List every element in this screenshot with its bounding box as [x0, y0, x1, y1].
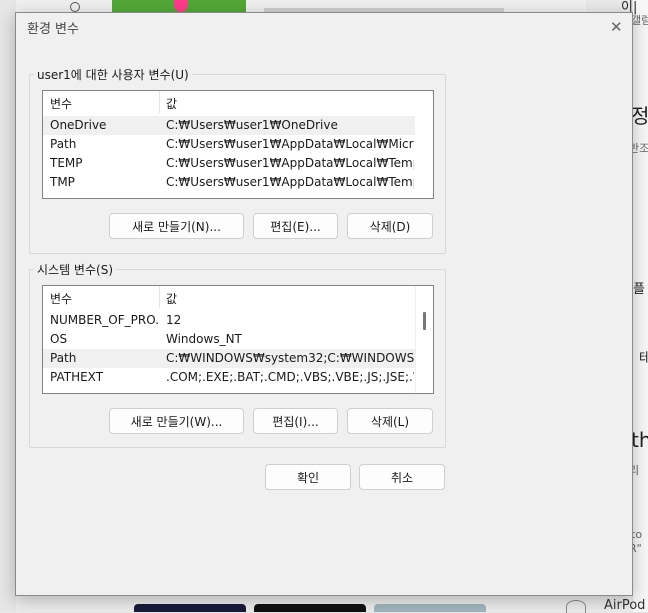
background-right-panel: 이| 갤럼 정 반조 플 테 th 리 to R"	[621, 0, 648, 612]
variable-value: C:₩Users₩user1₩OneDrive	[166, 118, 338, 132]
table-row[interactable]: OS Windows_NT	[43, 330, 415, 349]
variable-value: .COM;.EXE;.BAT;.CMD;.VBS;.VBE;.JS;.JSE;.…	[166, 370, 414, 384]
variable-name: TMP	[50, 175, 75, 189]
scrollbar-thumb[interactable]	[423, 312, 426, 330]
user-variables-list[interactable]: 변수 값 OneDrive C:₩Users₩user1₩OneDrive Pa…	[42, 90, 434, 199]
table-row[interactable]: NUMBER_OF_PRO... 12	[43, 311, 415, 330]
table-row[interactable]: PATHEXT .COM;.EXE;.BAT;.CMD;.VBS;.VBE;.J…	[43, 368, 415, 387]
cancel-button[interactable]: 취소	[359, 464, 445, 490]
user-variables-label: user1에 대한 사용자 변수(U)	[34, 66, 192, 83]
variable-value: C:₩Users₩user1₩AppData₩Local₩Microso...	[166, 137, 414, 151]
dialog-title: 환경 변수	[27, 22, 79, 37]
table-row[interactable]: TMP C:₩Users₩user1₩AppData₩Local₩Temp	[43, 173, 415, 192]
background-left-strip	[0, 0, 16, 612]
column-header-value[interactable]: 값	[166, 290, 177, 307]
column-header-value[interactable]: 값	[166, 95, 177, 112]
variable-value: C:₩WINDOWS₩system32;C:₩WINDOWS;C...	[166, 351, 414, 365]
system-variables-list[interactable]: 변수 값 NUMBER_OF_PRO... 12 OS Windows_NT P…	[42, 285, 434, 394]
variable-name: OneDrive	[50, 118, 107, 132]
background-tile	[254, 604, 366, 612]
user-delete-button[interactable]: 삭제(D)	[347, 213, 433, 239]
list-header: 변수 값	[43, 91, 433, 113]
background-tile	[374, 604, 486, 612]
system-edit-button[interactable]: 편집(I)...	[253, 408, 338, 434]
system-delete-button[interactable]: 삭제(L)	[347, 408, 433, 434]
variable-value: C:₩Users₩user1₩AppData₩Local₩Temp	[166, 156, 414, 170]
background-fragment: 정	[631, 104, 648, 128]
search-icon	[70, 2, 80, 12]
background-fragment: th	[631, 428, 648, 452]
table-row[interactable]: TEMP C:₩Users₩user1₩AppData₩Local₩Temp	[43, 154, 415, 173]
environment-variables-dialog: 환경 변수 ✕ user1에 대한 사용자 변수(U) 변수 값 OneDriv…	[15, 12, 633, 596]
background-fragment: 플	[633, 282, 645, 297]
list-header: 변수 값	[43, 286, 433, 308]
background-tile	[134, 604, 246, 612]
background-fragment: 테	[639, 351, 648, 366]
close-icon[interactable]: ✕	[610, 18, 623, 36]
variable-name: TEMP	[50, 156, 83, 170]
table-row[interactable]: Path C:₩WINDOWS₩system32;C:₩WINDOWS;C...	[43, 349, 415, 368]
background-bottom-strip	[16, 596, 632, 612]
user-new-button[interactable]: 새로 만들기(N)...	[109, 213, 244, 239]
table-row[interactable]: OneDrive C:₩Users₩user1₩OneDrive	[43, 116, 415, 135]
background-airpods-label: AirPod	[604, 598, 646, 613]
variable-value: C:₩Users₩user1₩AppData₩Local₩Temp	[166, 175, 414, 189]
column-divider[interactable]	[159, 286, 160, 308]
background-fragment: 갤럼	[631, 14, 648, 27]
column-header-variable[interactable]: 변수	[50, 290, 72, 307]
variable-name: Path	[50, 137, 77, 151]
system-list-scrollbar[interactable]	[415, 286, 433, 393]
variable-name: OS	[50, 332, 68, 346]
variable-value: Windows_NT	[166, 332, 242, 346]
variable-name: NUMBER_OF_PRO...	[50, 313, 158, 327]
system-variables-label: 시스템 변수(S)	[34, 261, 116, 278]
variable-name: PATHEXT	[50, 370, 104, 384]
system-new-button[interactable]: 새로 만들기(W)...	[109, 408, 244, 434]
user-edit-button[interactable]: 편집(E)...	[253, 213, 338, 239]
table-row[interactable]: Path C:₩Users₩user1₩AppData₩Local₩Micros…	[43, 135, 415, 154]
column-header-variable[interactable]: 변수	[50, 95, 72, 112]
earbuds-icon	[566, 600, 586, 613]
column-divider[interactable]	[159, 91, 160, 113]
ok-button[interactable]: 확인	[265, 464, 351, 490]
variable-value: 12	[166, 313, 182, 327]
variable-name: Path	[50, 351, 77, 365]
